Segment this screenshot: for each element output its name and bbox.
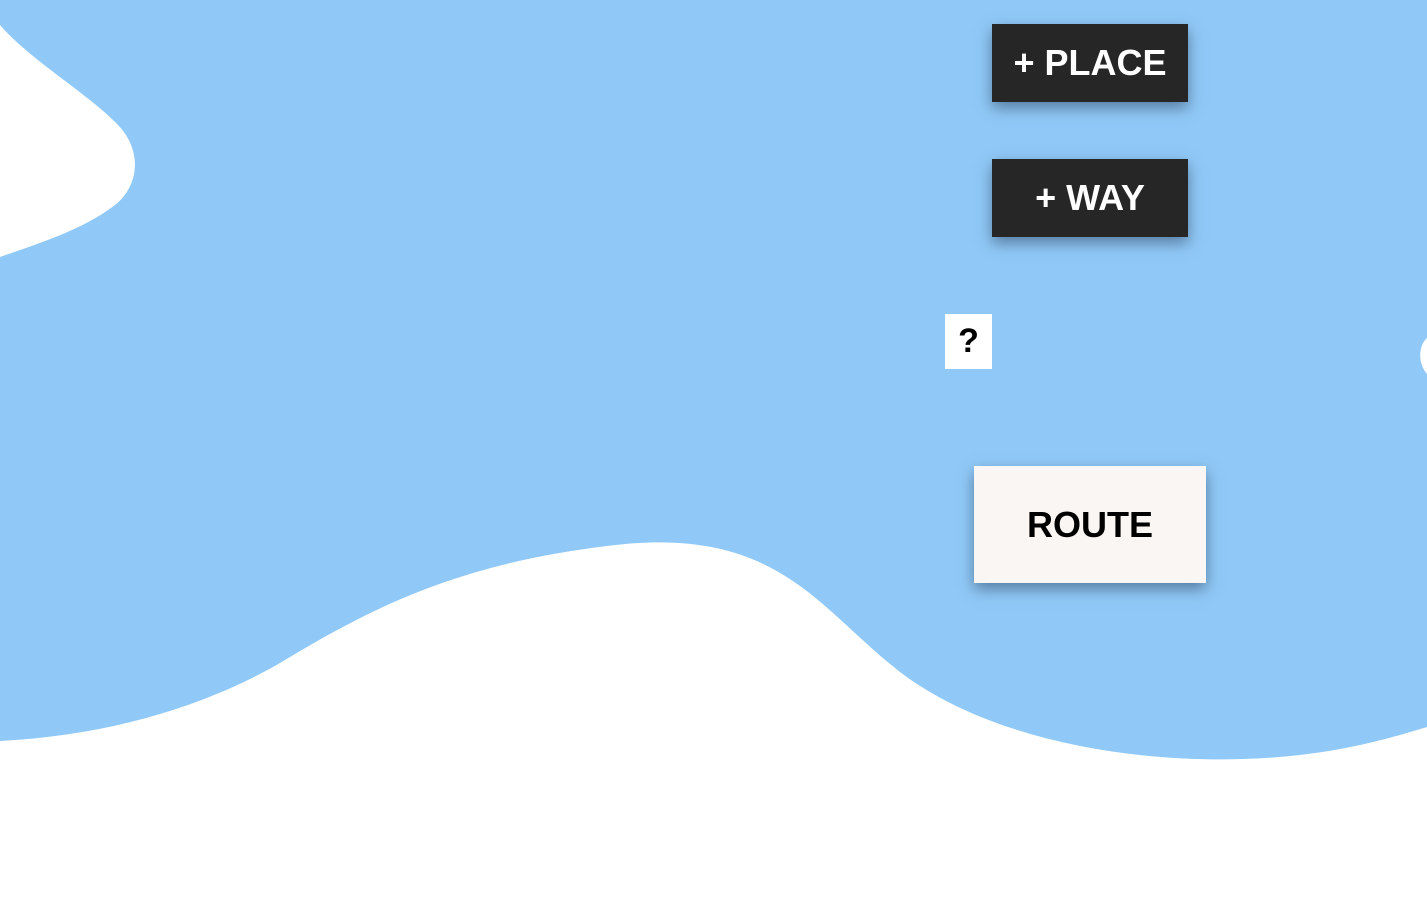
add-place-button[interactable]: + PLACE <box>992 24 1188 102</box>
help-button[interactable]: ? <box>945 314 992 369</box>
map-background[interactable] <box>0 0 1427 900</box>
map-canvas[interactable]: + PLACE + WAY ? ROUTE <box>0 0 1427 900</box>
add-way-button[interactable]: + WAY <box>992 159 1188 237</box>
route-button[interactable]: ROUTE <box>974 466 1206 583</box>
